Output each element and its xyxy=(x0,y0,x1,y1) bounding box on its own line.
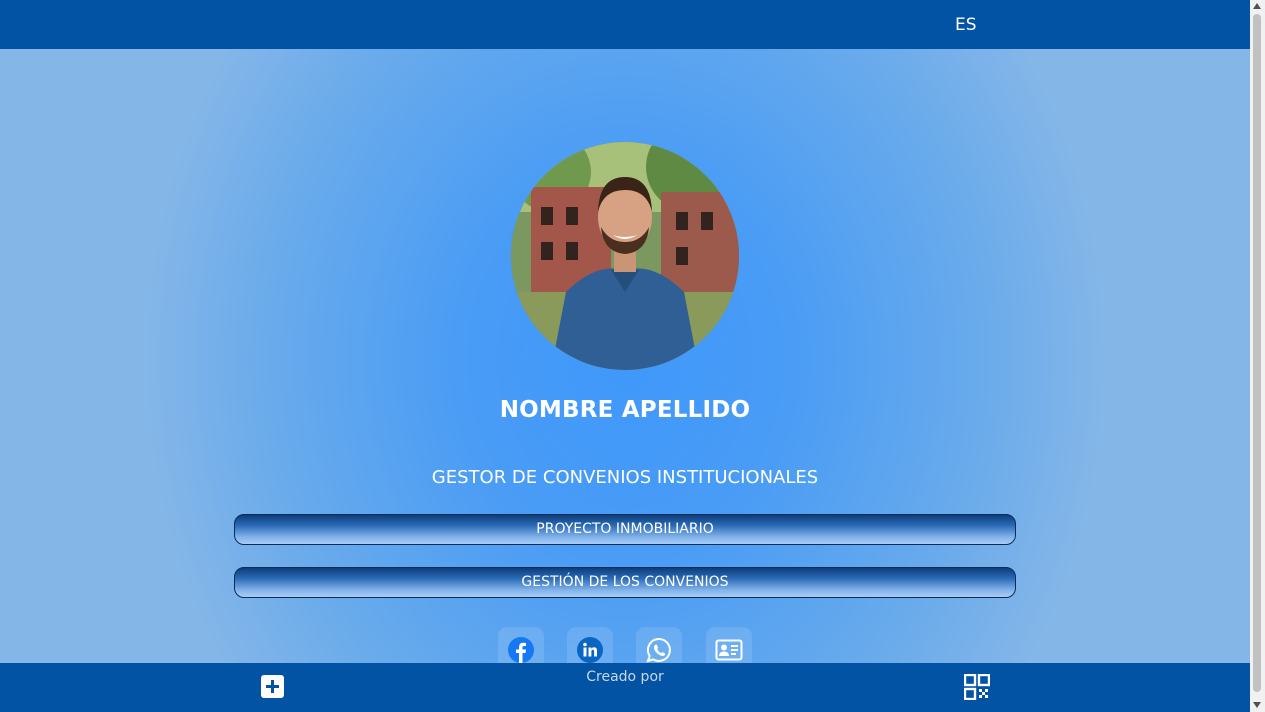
scrollbar[interactable] xyxy=(1250,0,1265,712)
qr-code-button[interactable] xyxy=(963,673,991,701)
bottom-bar: Creado por xyxy=(0,663,1250,712)
avatar xyxy=(511,142,739,370)
page: ES NOMBRE APELLIDO GESTOR DE CONVENIOS I… xyxy=(0,0,1250,712)
profile-photo xyxy=(511,142,739,370)
scroll-down-arrow-icon[interactable] xyxy=(1253,702,1261,708)
scroll-up-arrow-icon[interactable] xyxy=(1253,3,1261,9)
created-by-text: Creado por xyxy=(586,669,664,685)
whatsapp-icon xyxy=(646,637,671,663)
link-button-proyecto-inmobiliario[interactable]: PROYECTO INMOBILIARIO xyxy=(234,514,1016,545)
language-selector[interactable]: ES xyxy=(955,15,977,35)
scroll-thumb[interactable] xyxy=(1253,14,1261,692)
facebook-icon xyxy=(508,637,534,663)
link-button-gestion-convenios[interactable]: GESTIÓN DE LOS CONVENIOS xyxy=(234,567,1016,598)
profile-role: GESTOR DE CONVENIOS INSTITUCIONALES xyxy=(431,467,819,488)
qr-code-icon xyxy=(963,673,991,701)
linkedin-icon xyxy=(577,637,603,663)
profile-name: NOMBRE APELLIDO xyxy=(499,397,751,423)
top-bar: ES xyxy=(0,0,1250,49)
contact-card-icon xyxy=(715,639,743,661)
